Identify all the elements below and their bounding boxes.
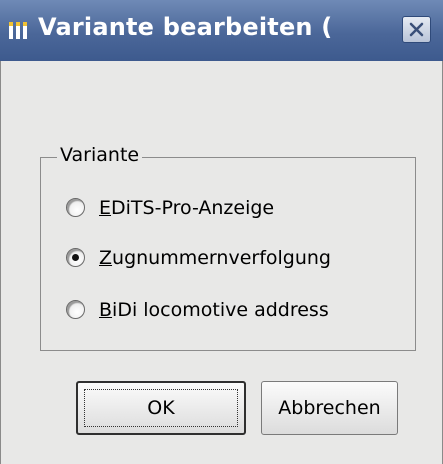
cancel-label: Abbrechen [278, 397, 381, 419]
radio-label[interactable]: BiDi locomotive address [99, 295, 329, 325]
app-logo-icon [7, 19, 29, 41]
radio-button[interactable] [66, 198, 85, 217]
window-title: Variante bearbeiten ( [38, 13, 333, 41]
close-icon [409, 22, 424, 37]
groupbox-label: Variante [57, 144, 143, 166]
ok-button[interactable]: OK [76, 381, 246, 435]
title-bar[interactable]: Variante bearbeiten ( [0, 0, 443, 62]
focus-rect [84, 389, 238, 427]
radio-button-checked[interactable] [66, 248, 85, 267]
radio-selected-dot [72, 254, 79, 261]
radio-button[interactable] [66, 300, 85, 319]
radio-label[interactable]: EDiTS-Pro-Anzeige [99, 193, 274, 223]
radio-label[interactable]: Zugnummernverfolgung [99, 243, 331, 273]
cancel-button[interactable]: Abbrechen [261, 381, 398, 435]
close-button[interactable] [402, 16, 431, 43]
